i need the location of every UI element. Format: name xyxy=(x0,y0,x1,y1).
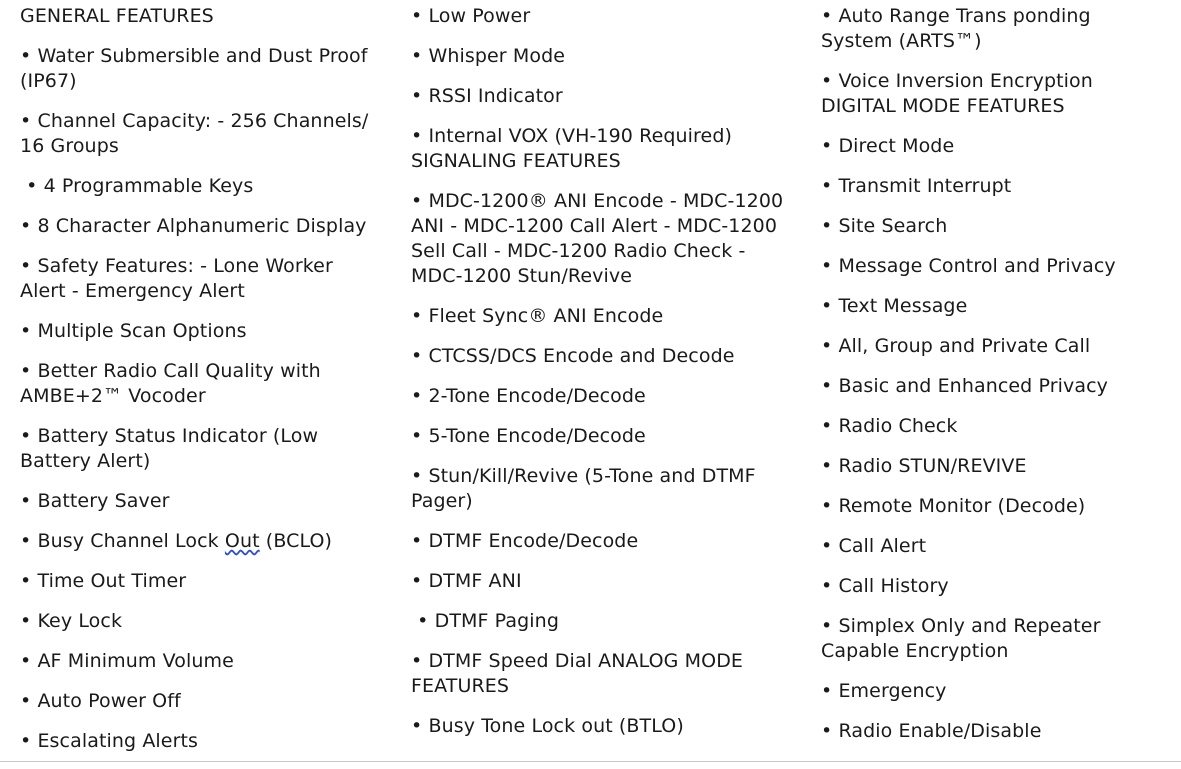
feature-item: • RSSI Indicator xyxy=(411,85,563,107)
feature-item: • Better Radio Call Quality with AMBE+2™… xyxy=(20,360,327,407)
feature-item: • Battery Saver xyxy=(20,490,170,512)
feature-item: • Radio Enable/Disable xyxy=(821,720,1042,742)
feature-column-general: GENERAL FEATURES • Water Submersible and… xyxy=(0,0,404,754)
feature-item: • Auto Range Trans ponding System (ARTS™… xyxy=(821,5,1097,52)
feature-item: • 2-Tone Encode/Decode xyxy=(411,385,646,407)
feature-item: • Emergency xyxy=(821,680,947,702)
feature-item: • MDC-1200® ANI Encode - MDC-1200 ANI - … xyxy=(411,190,790,287)
feature-item: • Auto Power Off xyxy=(20,690,181,712)
feature-item: • Water Submersible and Dust Proof (IP67… xyxy=(20,45,374,92)
feature-item: • DTMF ANI xyxy=(411,570,522,592)
feature-column-signaling: • Low Power • Whisper Mode • RSSI Indicato… xyxy=(404,0,808,739)
feature-item: • Direct Mode xyxy=(821,135,955,157)
feature-item: • Escalating Alerts xyxy=(20,730,199,752)
feature-item: • 8 Character Alphanumeric Display xyxy=(20,215,367,237)
feature-item: • Low Power xyxy=(411,5,531,27)
feature-item: • Multiple Scan Options xyxy=(20,320,247,342)
feature-item: • Simplex Only and Repeater Capable Encr… xyxy=(821,615,1107,662)
spellcheck-underlined-word: Out xyxy=(224,530,260,552)
feature-item: • Fleet Sync® ANI Encode xyxy=(411,305,664,327)
feature-item: • DTMF Encode/Decode xyxy=(411,530,639,552)
bottom-divider-rule xyxy=(0,761,1181,762)
feature-item: • Safety Features: - Lone Worker Alert -… xyxy=(20,255,340,302)
feature-item: • Internal VOX (VH-190 Required) SIGNALI… xyxy=(411,125,739,172)
feature-item: • Busy Tone Lock out (BTLO) xyxy=(411,715,684,737)
feature-item: • AF Minimum Volume xyxy=(20,650,234,672)
feature-item: • Message Control and Privacy xyxy=(821,255,1116,277)
feature-item: • Site Search xyxy=(821,215,948,237)
feature-item: • Transmit Interrupt xyxy=(821,175,1012,197)
feature-item: • DTMF Paging xyxy=(411,610,559,632)
feature-item: • Stun/Kill/Revive (5-Tone and DTMF Page… xyxy=(411,465,762,512)
feature-item: • Remote Monitor (Decode) xyxy=(821,495,1086,517)
feature-item: • Key Lock xyxy=(20,610,123,632)
feature-columns-container: GENERAL FEATURES • Water Submersible and… xyxy=(0,0,1181,754)
feature-item: • Text Message xyxy=(821,295,968,317)
feature-item: • CTCSS/DCS Encode and Decode xyxy=(411,345,735,367)
feature-item: • Call History xyxy=(821,575,949,597)
feature-item: • Time Out Timer xyxy=(20,570,187,592)
feature-item: • 5-Tone Encode/Decode xyxy=(411,425,646,447)
feature-item: • Call Alert xyxy=(821,535,927,557)
feature-item: • Channel Capacity: - 256 Channels/ 16 G… xyxy=(20,110,375,157)
feature-item: • Radio Check xyxy=(821,415,958,437)
general-features-list: • Water Submersible and Dust Proof (IP67… xyxy=(20,44,382,754)
feature-item: • Radio STUN/REVIVE xyxy=(821,455,1027,477)
general-features-heading: GENERAL FEATURES xyxy=(20,5,214,27)
feature-item: • All, Group and Private Call xyxy=(821,335,1091,357)
feature-item: • DTMF Speed Dial ANALOG MODE FEATURES xyxy=(411,650,750,697)
feature-item: • Whisper Mode xyxy=(411,45,566,67)
feature-item: • 4 Programmable Keys xyxy=(20,175,254,197)
feature-item: • Battery Status Indicator (Low Battery … xyxy=(20,425,325,472)
signaling-features-list: • Low Power • Whisper Mode • RSSI Indicato… xyxy=(411,4,798,739)
feature-item: • Voice Inversion Encryption DIGITAL MOD… xyxy=(821,70,1100,117)
feature-column-digital: • Auto Range Trans ponding System (ARTS™… xyxy=(808,0,1168,744)
digital-mode-features-list: • Auto Range Trans ponding System (ARTS™… xyxy=(821,4,1158,744)
feature-item: • Busy Channel Lock Out (BCLO) xyxy=(20,530,333,552)
feature-item: • Basic and Enhanced Privacy xyxy=(821,375,1108,397)
